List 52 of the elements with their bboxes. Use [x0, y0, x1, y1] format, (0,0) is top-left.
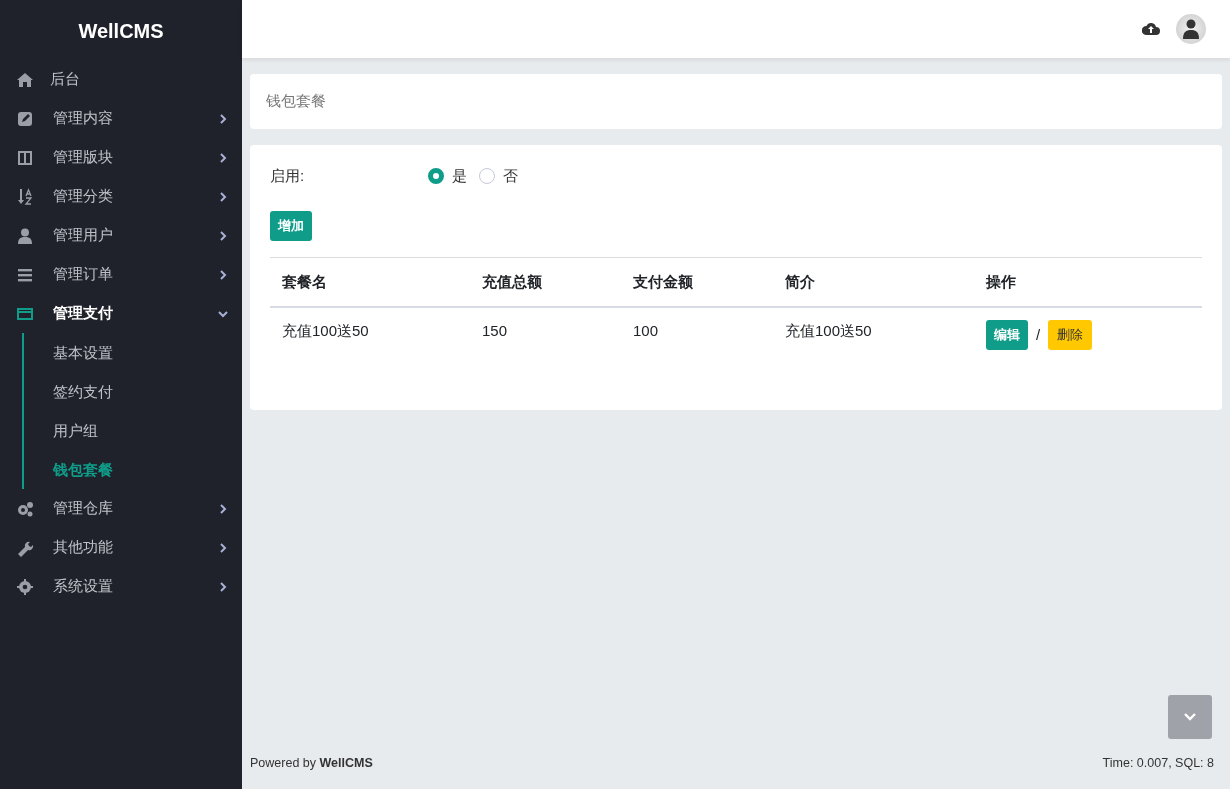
column-header: 操作 [974, 257, 1202, 307]
page-title: 钱包套餐 [266, 92, 326, 109]
brand-logo: WellCMS [77, 19, 165, 44]
table-cell: 100 [621, 307, 773, 362]
sidebar-item[interactable]: 管理用户 [0, 216, 242, 255]
chevron-right-icon [218, 541, 228, 554]
table-cell: 150 [470, 307, 621, 362]
table-cell: 充值100送50 [270, 307, 470, 362]
gears-icon [16, 499, 34, 518]
radio-button[interactable] [479, 167, 495, 184]
chevron-right-icon [218, 268, 228, 281]
field-label: 启用: [270, 165, 306, 186]
cloud-upload-icon[interactable] [1142, 22, 1160, 36]
sidebar-item[interactable]: 后台 [0, 60, 242, 99]
sidebar-subitem[interactable]: 钱包套餐 [24, 450, 242, 489]
sidebar-subitem[interactable]: 用户组 [24, 411, 242, 450]
user-avatar[interactable] [1176, 14, 1206, 44]
column-header: 支付金额 [621, 257, 773, 307]
chevron-right-icon [218, 112, 228, 125]
chevron-right-icon [218, 502, 228, 515]
user-icon [16, 226, 34, 245]
radio-label: 否 [503, 165, 518, 186]
chevron-down-icon [1184, 713, 1196, 721]
radio-button[interactable] [428, 167, 444, 184]
column-header: 充值总额 [470, 257, 621, 307]
powered-by-text: Powered by WellCMS [250, 755, 373, 773]
sidebar-item[interactable]: 管理版块 [0, 138, 242, 177]
sidebar-item[interactable]: 管理仓库 [0, 489, 242, 528]
sidebar-item[interactable]: 管理内容 [0, 99, 242, 138]
sort-arrow-icon [16, 187, 34, 206]
columns-icon [16, 148, 34, 167]
gear-icon [16, 577, 34, 596]
sidebar-item[interactable]: 其他功能 [0, 528, 242, 567]
chevron-right-icon [218, 229, 228, 242]
separator-text: / [1036, 324, 1041, 345]
stats-text: Time: 0.007, SQL: 8 [1102, 755, 1215, 773]
sidebar-subitem[interactable]: 基本设置 [24, 333, 242, 372]
home-icon [16, 70, 34, 89]
pencil-square-icon [16, 109, 34, 128]
sidebar-item[interactable]: 管理分类 [0, 177, 242, 216]
radio-label: 是 [452, 165, 467, 186]
table-cell: 充值100送50 [773, 307, 974, 362]
sidebar-subitem[interactable]: 签约支付 [24, 372, 242, 411]
delete-button[interactable]: 删除 [1048, 320, 1093, 350]
chevron-right-icon [218, 190, 228, 203]
sidebar-item[interactable]: 系统设置 [0, 567, 242, 606]
chevron-right-icon [218, 580, 228, 593]
column-header: 简介 [773, 257, 974, 307]
column-header: 套餐名 [270, 257, 470, 307]
sidebar-item[interactable]: 管理支付 [0, 294, 242, 333]
chevron-right-icon [218, 151, 228, 164]
sidebar-item[interactable]: 管理订单 [0, 255, 242, 294]
